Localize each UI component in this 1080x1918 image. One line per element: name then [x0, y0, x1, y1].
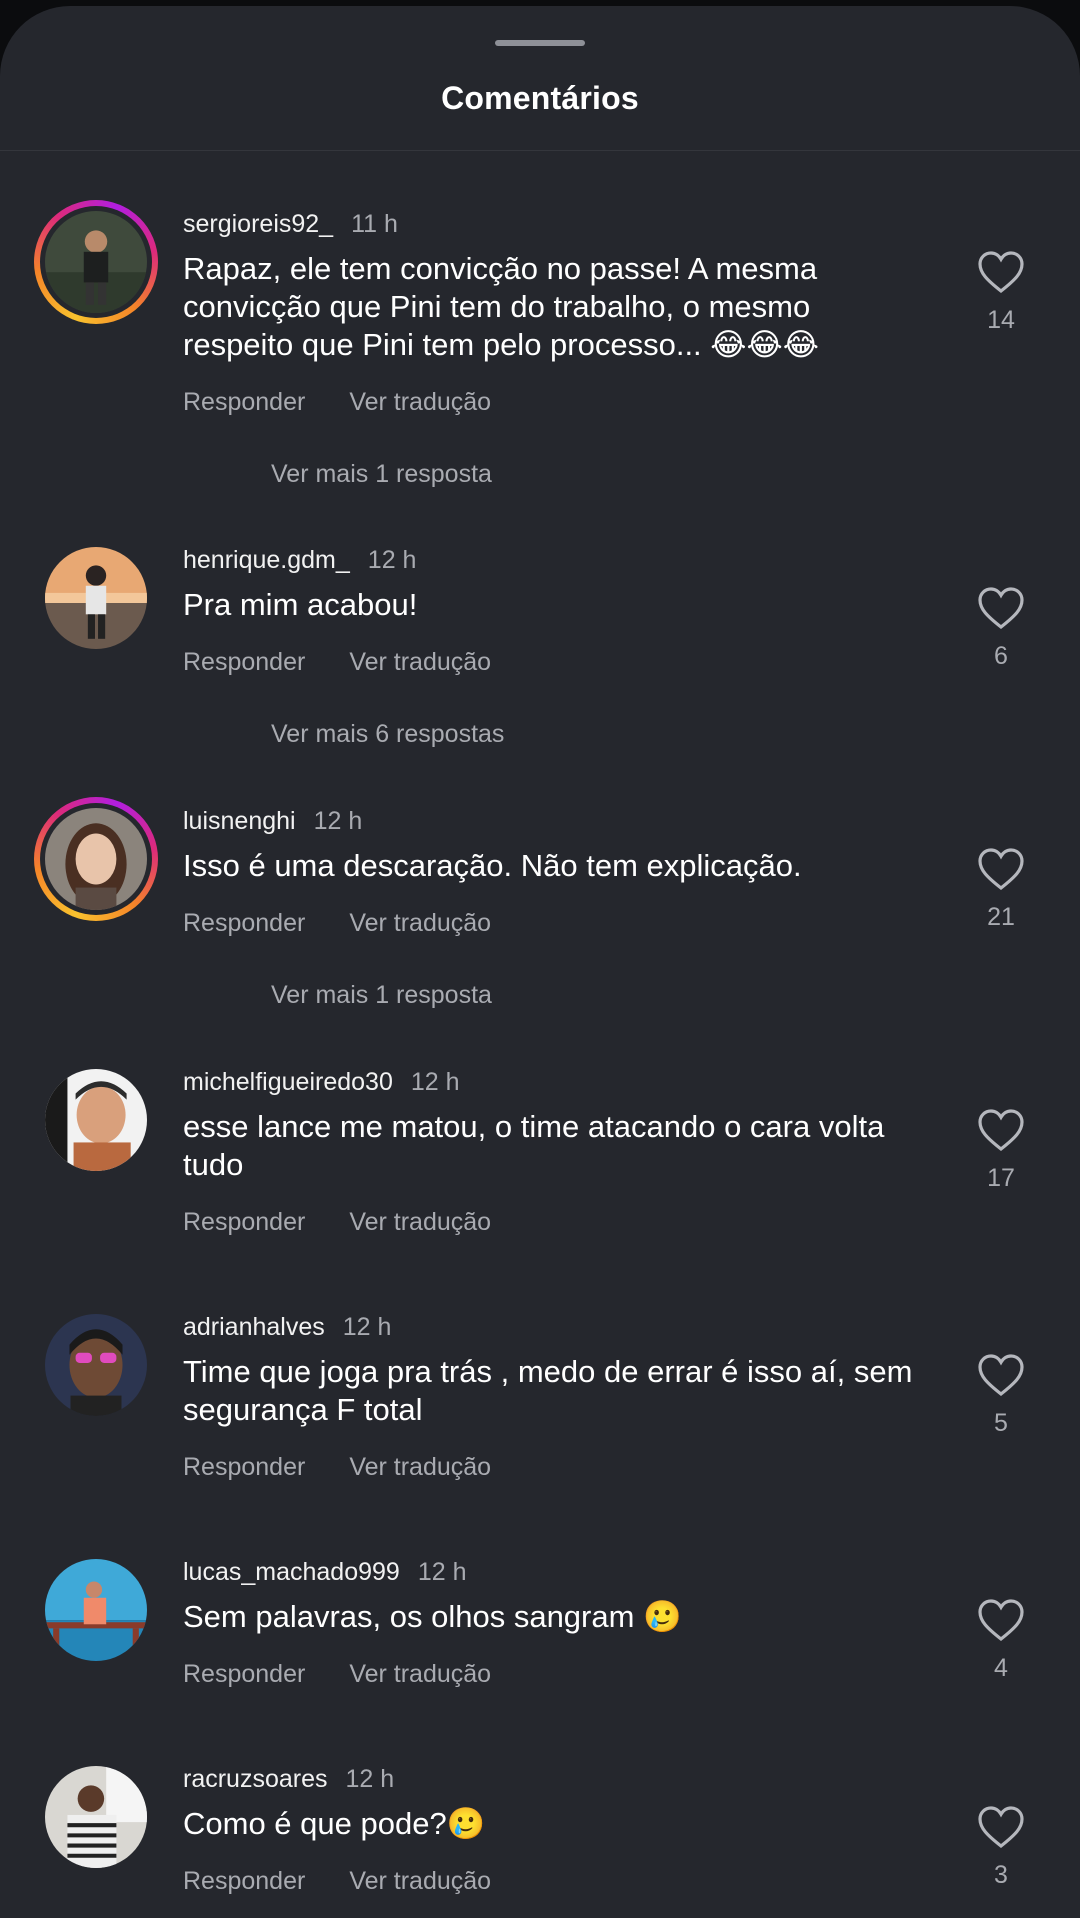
comment-text: Pra mim acabou! — [183, 587, 418, 622]
username[interactable]: michelfigueiredo30 — [183, 1068, 393, 1096]
translate-button[interactable]: Ver tradução — [349, 1453, 491, 1481]
drag-handle[interactable] — [495, 40, 585, 46]
comment-text: esse lance me matou, o time atacando o c… — [183, 1109, 885, 1182]
avatar — [45, 211, 147, 313]
comment-text: Sem palavras, os olhos sangram 🥲 — [183, 1599, 682, 1634]
avatar-story-ring[interactable] — [34, 200, 158, 324]
reply-button[interactable]: Responder — [183, 1660, 305, 1688]
username[interactable]: henrique.gdm_ — [183, 546, 350, 574]
avatar-wrap[interactable] — [34, 536, 158, 660]
avatar-wrap[interactable] — [34, 1548, 158, 1672]
avatar — [45, 1766, 147, 1868]
username[interactable]: lucas_machado999 — [183, 1558, 400, 1586]
comment-text: Isso é uma descaração. Não tem explicaçã… — [183, 848, 802, 883]
timestamp: 12 h — [342, 1313, 392, 1341]
translate-button[interactable]: Ver tradução — [349, 648, 491, 676]
avatar-wrap[interactable] — [34, 1303, 158, 1427]
like-button[interactable]: 14 — [970, 250, 1032, 335]
view-replies-button[interactable]: Ver mais 1 resposta — [271, 981, 492, 1010]
heart-icon — [978, 587, 1024, 630]
translate-button[interactable]: Ver tradução — [349, 1208, 491, 1236]
reply-button[interactable]: Responder — [183, 1867, 305, 1895]
like-count: 4 — [994, 1654, 1008, 1682]
reply-button[interactable]: Responder — [183, 388, 305, 416]
translate-button[interactable]: Ver tradução — [349, 1660, 491, 1688]
heart-icon — [978, 1806, 1024, 1849]
avatar — [45, 1069, 147, 1171]
like-button[interactable]: 6 — [970, 586, 1032, 671]
header-divider — [0, 150, 1080, 151]
like-button[interactable]: 3 — [970, 1805, 1032, 1890]
avatar — [45, 808, 147, 910]
heart-icon — [978, 251, 1024, 294]
like-button[interactable]: 21 — [970, 847, 1032, 932]
like-button[interactable]: 17 — [970, 1108, 1032, 1193]
username[interactable]: racruzsoares — [183, 1765, 328, 1793]
heart-icon — [978, 848, 1024, 891]
comment-text: Rapaz, ele tem convicção no passe! A mes… — [183, 251, 819, 362]
reply-button[interactable]: Responder — [183, 648, 305, 676]
reply-button[interactable]: Responder — [183, 1208, 305, 1236]
timestamp: 12 h — [417, 1558, 467, 1586]
reply-button[interactable]: Responder — [183, 1453, 305, 1481]
like-count: 14 — [987, 306, 1015, 334]
timestamp: 12 h — [367, 546, 417, 574]
like-count: 21 — [987, 903, 1015, 931]
username[interactable]: adrianhalves — [183, 1313, 325, 1341]
like-button[interactable]: 5 — [970, 1353, 1032, 1438]
timestamp: 12 h — [345, 1765, 395, 1793]
view-replies-button[interactable]: Ver mais 6 respostas — [271, 720, 504, 749]
reply-button[interactable]: Responder — [183, 909, 305, 937]
like-count: 17 — [987, 1164, 1015, 1192]
translate-button[interactable]: Ver tradução — [349, 388, 491, 416]
translate-button[interactable]: Ver tradução — [349, 909, 491, 937]
view-replies-button[interactable]: Ver mais 1 resposta — [271, 460, 492, 489]
translate-button[interactable]: Ver tradução — [349, 1867, 491, 1895]
like-count: 6 — [994, 642, 1008, 670]
comment-text: Como é que pode?🥲 — [183, 1806, 486, 1841]
username[interactable]: luisnenghi — [183, 807, 296, 835]
avatar-story-ring[interactable] — [34, 797, 158, 921]
avatar — [45, 547, 147, 649]
username[interactable]: sergioreis92_ — [183, 210, 333, 238]
heart-icon — [978, 1109, 1024, 1152]
timestamp: 12 h — [410, 1068, 460, 1096]
avatar-wrap[interactable] — [34, 1755, 158, 1879]
heart-icon — [978, 1599, 1024, 1642]
sheet-title: Comentários — [441, 80, 639, 116]
avatar-wrap[interactable] — [34, 1058, 158, 1182]
timestamp: 12 h — [313, 807, 363, 835]
like-count: 3 — [994, 1861, 1008, 1889]
comments-sheet: Comentários sergioreis92_ 11 h Rapaz, ele… — [0, 6, 1080, 1918]
heart-icon — [978, 1354, 1024, 1397]
like-count: 5 — [994, 1409, 1008, 1437]
avatar — [45, 1314, 147, 1416]
comment-text: Time que joga pra trás , medo de errar é… — [183, 1354, 913, 1427]
avatar — [45, 1559, 147, 1661]
like-button[interactable]: 4 — [970, 1598, 1032, 1683]
timestamp: 11 h — [351, 210, 398, 238]
